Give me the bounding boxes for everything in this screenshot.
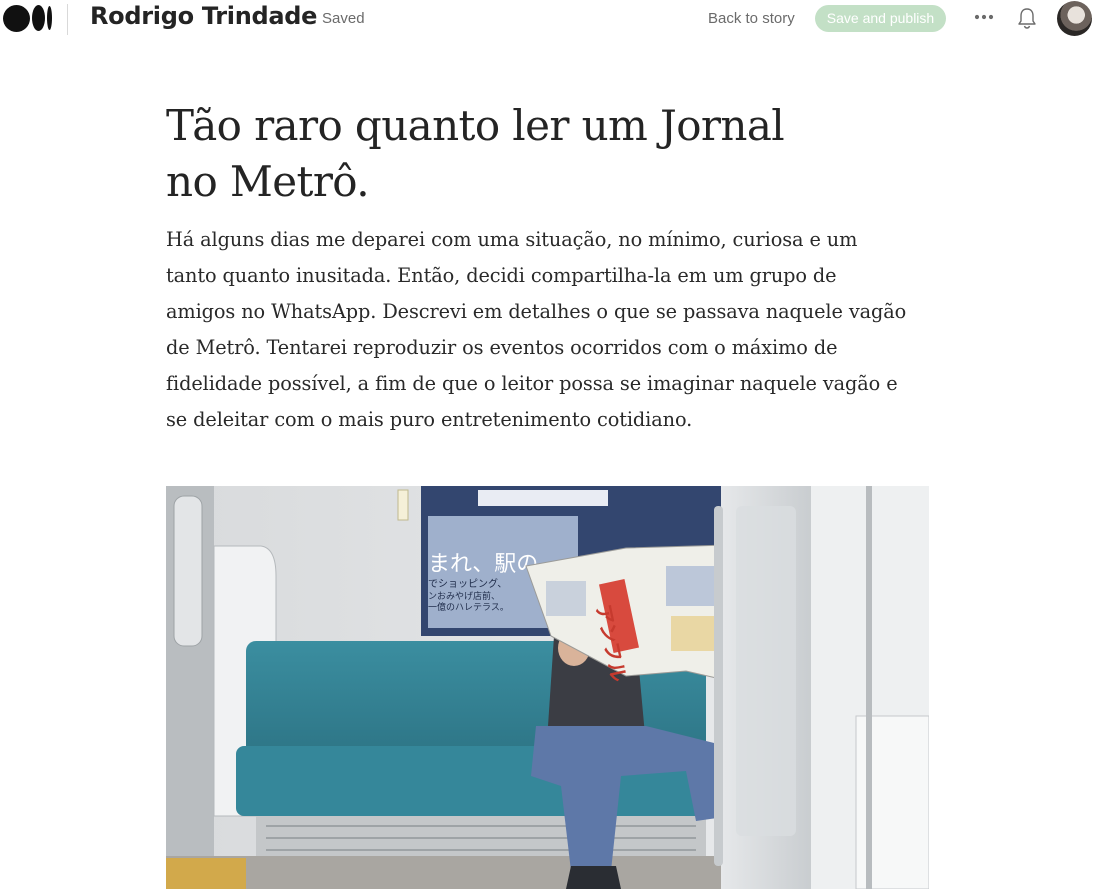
medium-logo[interactable]	[3, 4, 53, 32]
author-name[interactable]: Rodrigo Trindade	[90, 2, 317, 30]
photo-illustration: まれ、駅の でショッピング、 ンおみやげ店前、 一億のハレテラス。 アンフル	[166, 486, 929, 889]
header-divider	[67, 4, 68, 35]
paragraph-line: se deleitar com o mais puro entretenimen…	[166, 408, 693, 431]
logo-circle-small	[47, 6, 52, 30]
user-avatar[interactable]	[1057, 1, 1092, 36]
logo-circle-large	[3, 4, 30, 32]
bell-icon[interactable]	[1016, 6, 1038, 30]
paragraph-line: fidelidade possível, a fim de que o leit…	[166, 372, 898, 395]
story-title-line: no Metrô.	[166, 157, 370, 206]
poster-text: ンおみやげ店前、	[428, 590, 500, 602]
more-horizontal-icon[interactable]	[973, 7, 995, 27]
poster-text: でショッピング、	[428, 577, 507, 590]
story-title[interactable]: Tão raro quanto ler um Jornal no Metrô.	[166, 98, 866, 210]
back-to-story-link[interactable]: Back to story	[708, 10, 795, 27]
save-status: Saved	[322, 10, 365, 27]
paragraph-line: tanto quanto inusitada. Então, decidi co…	[166, 264, 837, 287]
story-paragraph[interactable]: Há alguns dias me deparei com uma situaç…	[166, 222, 936, 438]
poster-text: 一億のハレテラス。	[428, 601, 509, 613]
subway-newspaper-photo[interactable]: まれ、駅の でショッピング、 ンおみやげ店前、 一億のハレテラス。 アンフル	[166, 486, 929, 889]
paragraph-line: de Metrô. Tentarei reproduzir os eventos…	[166, 336, 838, 359]
story-title-line: Tão raro quanto ler um Jornal	[166, 101, 785, 150]
paragraph-line: Há alguns dias me deparei com uma situaç…	[166, 228, 858, 251]
save-and-publish-button[interactable]: Save and publish	[815, 5, 946, 32]
logo-circle-medium	[32, 5, 45, 31]
top-bar: Rodrigo Trindade Saved Back to story Sav…	[0, 0, 1101, 37]
poster-text: まれ、駅の	[428, 552, 538, 577]
paragraph-line: amigos no WhatsApp. Descrevi em detalhes…	[166, 300, 907, 323]
